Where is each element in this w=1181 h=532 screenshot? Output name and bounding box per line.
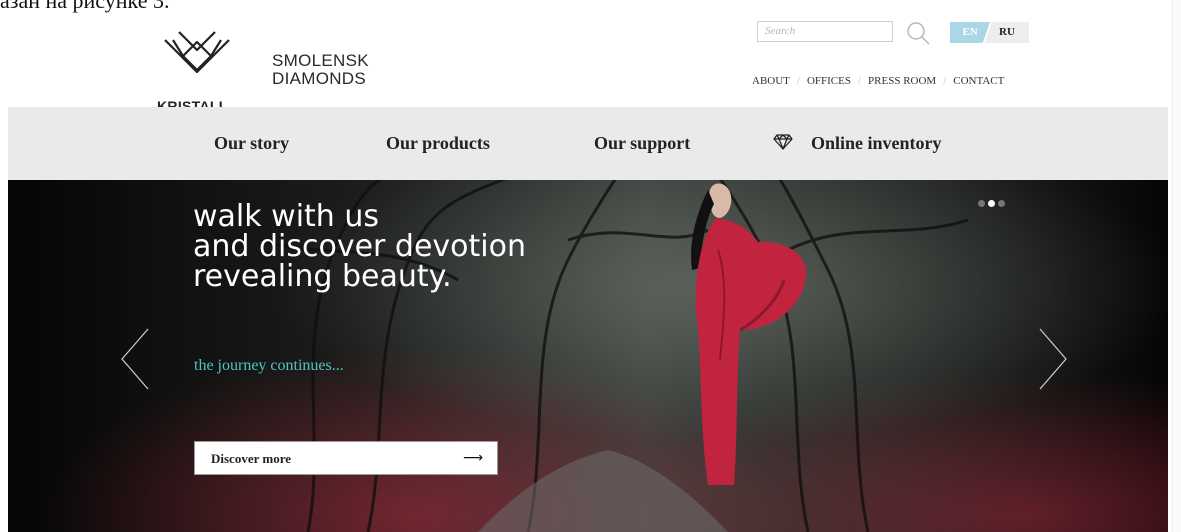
brand-name[interactable]: SMOLENSK DIAMONDS	[272, 52, 369, 88]
nav-our-support[interactable]: Our support	[594, 133, 690, 154]
page-caption: азан на рисунке 3.	[0, 0, 170, 13]
topnav-press-room[interactable]: PRESS ROOM	[868, 75, 936, 87]
lang-ru-button[interactable]: RU	[985, 22, 1029, 43]
brand-line2: DIAMONDS	[272, 69, 367, 88]
topnav-offices[interactable]: OFFICES	[807, 75, 851, 87]
top-nav: ABOUT / OFFICES / PRESS ROOM / CONTACT	[752, 75, 1004, 87]
nav-our-products[interactable]: Our products	[386, 133, 490, 154]
slide-dot[interactable]	[998, 200, 1005, 207]
chevron-right-icon[interactable]	[1038, 328, 1068, 395]
topnav-contact[interactable]: CONTACT	[953, 75, 1004, 87]
search-input[interactable]: Search	[757, 21, 893, 42]
diamond-icon	[773, 133, 793, 151]
woman-in-red-dress	[691, 183, 807, 485]
topnav-about[interactable]: ABOUT	[752, 75, 790, 87]
slide-dot[interactable]	[978, 200, 985, 207]
nav-online-inventory[interactable]: Online inventory	[811, 133, 942, 154]
chevron-left-icon[interactable]	[120, 328, 150, 395]
discover-more-button[interactable]: Discover more ⟶	[194, 441, 498, 475]
window-edge	[1172, 0, 1181, 532]
lang-en-button[interactable]: EN	[950, 22, 990, 43]
search-icon[interactable]	[905, 20, 931, 46]
slider-dots	[978, 194, 1008, 212]
main-nav: Our story Our products Our support Onlin…	[8, 107, 1168, 180]
arrow-right-icon: ⟶	[463, 450, 484, 466]
slide-dot-active[interactable]	[988, 200, 995, 207]
brand-line1: SMOLENSK	[272, 51, 369, 70]
topnav-separator: /	[857, 75, 862, 87]
hero-banner: walk with us and discover devotion revea…	[8, 180, 1168, 532]
journey-link[interactable]: the journey continues...	[194, 357, 344, 375]
topnav-separator: /	[796, 75, 800, 87]
discover-more-label: Discover more	[211, 451, 292, 466]
nav-our-story[interactable]: Our story	[214, 133, 289, 154]
hero-title: walk with us and discover devotion revea…	[193, 199, 526, 294]
forest-background	[257, 180, 969, 532]
topnav-separator: /	[943, 75, 947, 87]
